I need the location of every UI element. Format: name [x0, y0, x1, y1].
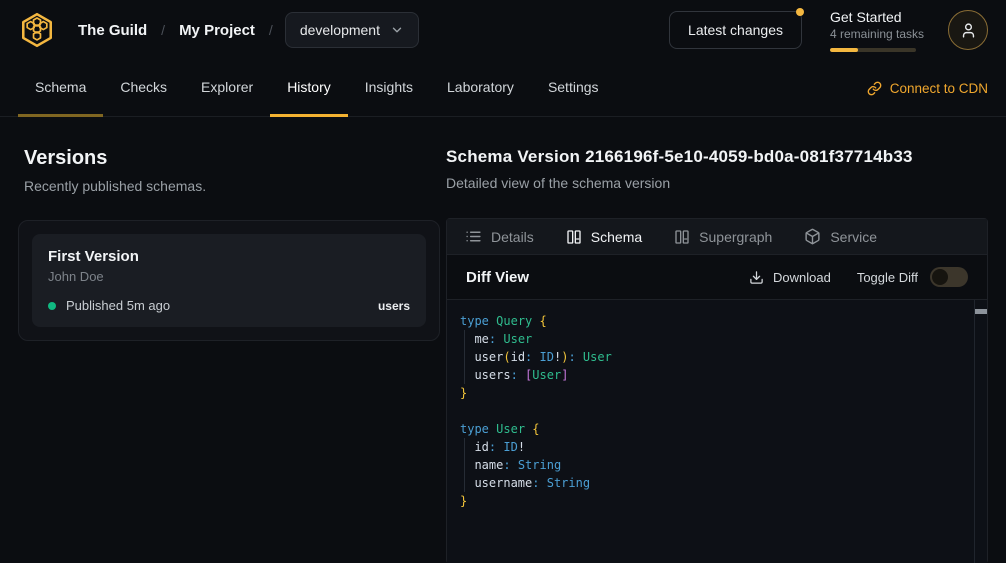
download-label: Download [773, 270, 831, 285]
detail-tab-label: Supergraph [699, 229, 772, 245]
nav-tab-history[interactable]: History [270, 60, 348, 117]
connect-to-cdn-link[interactable]: Connect to CDN [867, 60, 988, 116]
version-name: First Version [48, 248, 410, 265]
nav-tab-settings[interactable]: Settings [531, 60, 616, 117]
schema-view-panel: Details Schema Supergraph [446, 218, 988, 563]
notification-dot [796, 8, 804, 16]
get-started-widget[interactable]: Get Started 4 remaining tasks [830, 9, 916, 52]
columns-icon [566, 229, 582, 245]
code-block: type Query { me: User user(id: ID!): Use… [447, 300, 987, 522]
box-icon [804, 228, 821, 245]
nav-tab-insights[interactable]: Insights [348, 60, 430, 117]
indent-guide [464, 456, 465, 474]
columns-icon [674, 229, 690, 245]
toggle-knob [932, 269, 948, 285]
nav-tab-laboratory[interactable]: Laboratory [430, 60, 531, 117]
code-line: user(id: ID!): User [460, 348, 963, 366]
code-line [460, 402, 963, 420]
user-avatar-button[interactable] [948, 10, 988, 50]
published-status-dot [48, 302, 56, 310]
main-content: Versions Recently published schemas. Fir… [0, 117, 1006, 563]
breadcrumb-separator: / [269, 22, 273, 38]
latest-changes-label: Latest changes [688, 22, 783, 38]
schema-code-viewer[interactable]: type Query { me: User user(id: ID!): Use… [447, 299, 987, 563]
link-icon [867, 81, 882, 96]
list-icon [465, 228, 482, 245]
person-icon [960, 22, 977, 39]
code-line: type User { [460, 420, 963, 438]
diff-view-title: Diff View [466, 269, 529, 286]
code-scrollbar-thumb[interactable] [975, 309, 987, 314]
app-header: The Guild / My Project / development Lat… [0, 0, 1006, 60]
version-detail-title: Schema Version 2166196f-5e10-4059-bd0a-0… [446, 147, 988, 167]
code-scrollbar[interactable] [974, 300, 987, 563]
version-list-item[interactable]: First Version John Doe Published 5m ago … [32, 234, 426, 327]
code-line: username: String [460, 474, 963, 492]
service-badge: users [378, 299, 410, 313]
indent-guide [464, 438, 465, 456]
versions-list: First Version John Doe Published 5m ago … [18, 220, 440, 341]
version-author: John Doe [48, 269, 410, 284]
code-line: users: [User] [460, 366, 963, 384]
get-started-progressbar [830, 48, 916, 52]
latest-changes-button[interactable]: Latest changes [669, 11, 802, 49]
breadcrumb-separator: / [161, 22, 165, 38]
detail-tab-schema[interactable]: Schema [566, 229, 642, 245]
detail-tab-supergraph[interactable]: Supergraph [674, 229, 772, 245]
version-detail-panel: Schema Version 2166196f-5e10-4059-bd0a-0… [446, 147, 988, 563]
breadcrumb-project[interactable]: My Project [169, 16, 265, 45]
detail-tab-details[interactable]: Details [465, 228, 534, 245]
download-icon [749, 270, 764, 285]
versions-title: Versions [24, 147, 446, 170]
target-selector[interactable]: development [285, 12, 419, 48]
code-line: name: String [460, 456, 963, 474]
detail-tab-service[interactable]: Service [804, 228, 877, 245]
indent-guide [464, 348, 465, 366]
indent-guide [464, 366, 465, 384]
main-nav: Schema Checks Explorer History Insights … [0, 60, 1006, 117]
diff-toolbar: Diff View Download Toggle Diff [447, 254, 987, 299]
code-line: id: ID! [460, 438, 963, 456]
get-started-progress-fill [830, 48, 858, 52]
nav-tab-schema[interactable]: Schema [18, 60, 103, 117]
indent-guide [464, 474, 465, 492]
connect-to-cdn-label: Connect to CDN [890, 81, 988, 96]
detail-tab-label: Schema [591, 229, 642, 245]
code-line: } [460, 384, 963, 402]
indent-guide [464, 330, 465, 348]
get-started-title: Get Started [830, 9, 916, 25]
versions-subtitle: Recently published schemas. [24, 178, 446, 194]
detail-tabstrip: Details Schema Supergraph [447, 219, 987, 254]
version-detail-subtitle: Detailed view of the schema version [446, 175, 988, 191]
chevron-down-icon [390, 23, 404, 37]
download-button[interactable]: Download [749, 270, 831, 285]
code-line: type Query { [460, 312, 963, 330]
hive-logo-icon[interactable] [18, 11, 56, 49]
target-selector-value: development [300, 22, 380, 38]
detail-tab-label: Details [491, 229, 534, 245]
get-started-subtitle: 4 remaining tasks [830, 27, 916, 41]
nav-tab-checks[interactable]: Checks [103, 60, 184, 117]
versions-panel: Versions Recently published schemas. Fir… [0, 147, 446, 563]
breadcrumb-org[interactable]: The Guild [68, 16, 157, 45]
code-line: me: User [460, 330, 963, 348]
toggle-diff-switch[interactable] [930, 267, 968, 287]
nav-tab-explorer[interactable]: Explorer [184, 60, 270, 117]
code-line: } [460, 492, 963, 510]
toggle-diff-label: Toggle Diff [857, 270, 918, 285]
detail-tab-label: Service [830, 229, 877, 245]
version-status: Published 5m ago [66, 298, 170, 313]
